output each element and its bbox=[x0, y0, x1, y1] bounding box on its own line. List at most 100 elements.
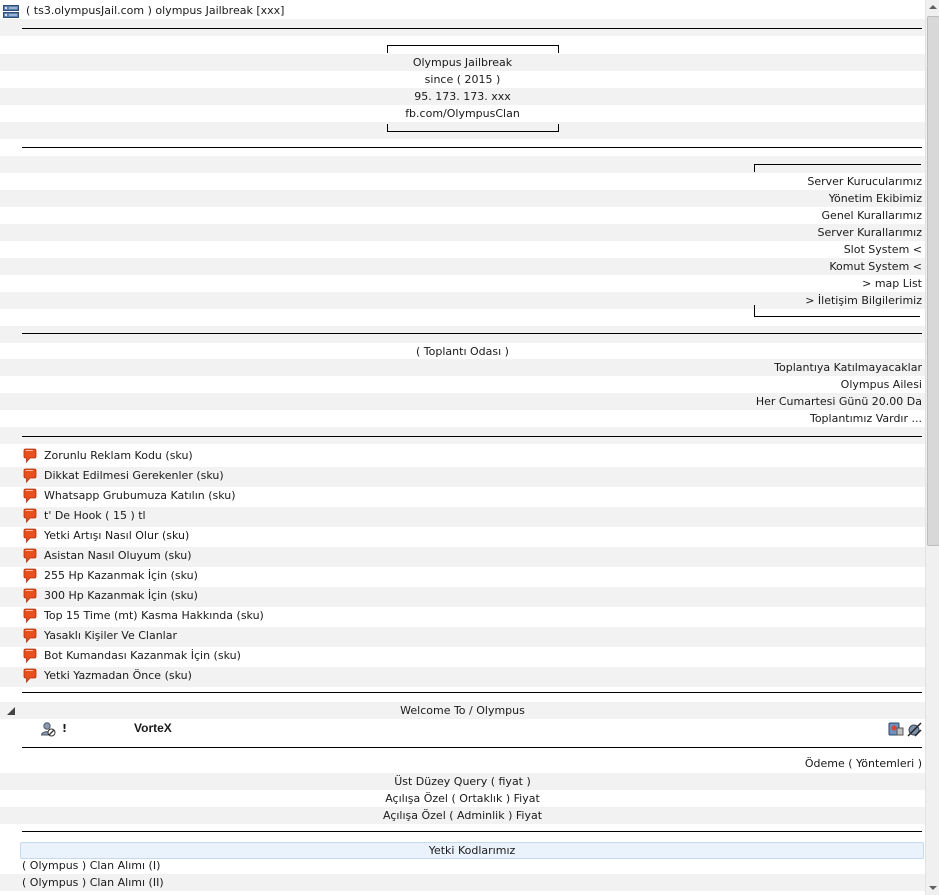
chat-bubble-icon bbox=[23, 508, 37, 524]
message-channel[interactable]: Yetki Yazmadan Önce (sku) bbox=[0, 667, 925, 687]
chat-bubble-icon bbox=[23, 488, 37, 504]
chat-bubble-icon bbox=[23, 568, 37, 584]
channel-meeting-line[interactable]: Toplantımız Vardır ... bbox=[0, 410, 925, 427]
channel-payment-line[interactable]: Açılışa Özel ( Adminlik ) Fiyat bbox=[0, 807, 925, 824]
message-label: Yasaklı Kişiler Ve Clanlar bbox=[44, 629, 177, 642]
message-channel[interactable]: 255 Hp Kazanmak İçin (sku) bbox=[0, 567, 925, 587]
channel-menu-item[interactable]: > map List bbox=[0, 275, 925, 292]
chat-bubble-icon bbox=[23, 448, 37, 464]
channel-meeting-line[interactable]: Toplantıya Katılmayacaklar bbox=[0, 359, 925, 376]
message-label: Yetki Yazmadan Önce (sku) bbox=[44, 669, 192, 682]
channel-payment-line[interactable]: Üst Düzey Query ( fiyat ) bbox=[0, 773, 925, 790]
channel-commander-icon bbox=[888, 722, 904, 736]
message-channel[interactable]: Yasaklı Kişiler Ve Clanlar bbox=[0, 627, 925, 647]
message-label: Asistan Nasıl Oluyum (sku) bbox=[44, 549, 192, 562]
channel-menu-item[interactable]: Server Kurallarımız bbox=[0, 224, 925, 241]
menu-item-6: Komut System < bbox=[829, 260, 922, 273]
message-channel[interactable]: Asistan Nasıl Oluyum (sku) bbox=[0, 547, 925, 567]
spacer-line bbox=[22, 28, 922, 29]
payment-title: Ödeme ( Yöntemleri ) bbox=[804, 757, 922, 770]
server-name: ( ts3.olympusJail.com ) olympus Jailbrea… bbox=[26, 4, 285, 17]
client-row[interactable]: ! VorteX bbox=[0, 720, 925, 739]
stripe bbox=[0, 326, 925, 343]
channel-payment-title[interactable]: Ödeme ( Yöntemleri ) bbox=[0, 755, 925, 772]
message-channel[interactable]: Top 15 Time (mt) Kasma Hakkında (sku) bbox=[0, 607, 925, 627]
info-line-1: Olympus Jailbreak bbox=[412, 56, 513, 69]
message-label: 255 Hp Kazanmak İçin (sku) bbox=[44, 569, 198, 582]
message-label: 300 Hp Kazanmak İçin (sku) bbox=[44, 589, 198, 602]
menu-item-1: Server Kurucularımız bbox=[807, 175, 922, 188]
output-muted-icon bbox=[907, 722, 922, 737]
chat-bubble-icon bbox=[23, 468, 37, 484]
client-name: VorteX bbox=[134, 721, 172, 735]
message-channel[interactable]: Bot Kumandası Kazanmak İçin (sku) bbox=[0, 647, 925, 667]
channel-tree[interactable]: ( ts3.olympusJail.com ) olympus Jailbrea… bbox=[0, 0, 925, 895]
message-channel[interactable]: t' De Hook ( 15 ) tl bbox=[0, 507, 925, 527]
payment-line-3: Açılışa Özel ( Adminlik ) Fiyat bbox=[382, 809, 543, 822]
spacer-line bbox=[22, 333, 922, 334]
scroll-down-button[interactable] bbox=[926, 881, 939, 895]
message-channel[interactable]: Yetki Artışı Nasıl Olur (sku) bbox=[0, 527, 925, 547]
menu-box-top[interactable] bbox=[0, 156, 925, 173]
channel-meeting-title[interactable]: ( Toplantı Odası ) bbox=[0, 343, 925, 360]
chat-bubble-icon bbox=[23, 608, 37, 624]
arrow-up-icon bbox=[929, 5, 937, 9]
message-channel[interactable]: Zorunlu Reklam Kodu (sku) bbox=[0, 447, 925, 467]
spacer-line bbox=[22, 692, 922, 693]
channel-menu-item[interactable]: Genel Kurallarımız bbox=[0, 207, 925, 224]
meeting-line-1: Toplantıya Katılmayacaklar bbox=[774, 361, 922, 374]
meeting-title: ( Toplantı Odası ) bbox=[416, 345, 509, 358]
channel-payment-line[interactable]: Açılışa Özel ( Ortaklık ) Fiyat bbox=[0, 790, 925, 807]
channel-info-box-bottom[interactable] bbox=[0, 122, 925, 139]
info-line-3: 95. 173. 173. xxx bbox=[414, 90, 511, 103]
chat-bubble-icon bbox=[23, 588, 37, 604]
menu-item-4: Server Kurallarımız bbox=[817, 226, 922, 239]
chat-bubble-icon bbox=[23, 548, 37, 564]
channel-welcome[interactable]: Welcome To / Olympus bbox=[0, 702, 925, 719]
channel-info-line[interactable]: Olympus Jailbreak bbox=[0, 54, 925, 71]
meeting-line-4: Toplantımız Vardır ... bbox=[809, 412, 922, 425]
message-channel[interactable]: Dikkat Edilmesi Gerekenler (sku) bbox=[0, 467, 925, 487]
permission-item-2: ( Olympus ) Clan Alımı (II) bbox=[22, 876, 164, 889]
channel-info-line[interactable]: fb.com/OlympusClan bbox=[0, 105, 925, 122]
info-line-2: since ( 2015 ) bbox=[424, 73, 501, 86]
permissions-title: Yetki Kodlarımız bbox=[428, 844, 516, 857]
channel-meeting-line[interactable]: Olympus Ailesi bbox=[0, 376, 925, 393]
message-channel[interactable]: 300 Hp Kazanmak İçin (sku) bbox=[0, 587, 925, 607]
message-label: Yetki Artışı Nasıl Olur (sku) bbox=[44, 529, 190, 542]
channel-menu-item[interactable]: Yönetim Ekibimiz bbox=[0, 190, 925, 207]
channel-meeting-line[interactable]: Her Cumartesi Günü 20.00 Da bbox=[0, 393, 925, 410]
channel-info-box-top[interactable] bbox=[0, 37, 925, 54]
menu-item-5: Slot System < bbox=[843, 243, 922, 256]
spacer-line bbox=[22, 831, 922, 832]
scroll-up-button[interactable] bbox=[926, 0, 939, 14]
server-row[interactable]: ( ts3.olympusJail.com ) olympus Jailbrea… bbox=[0, 2, 925, 19]
permission-item-1: ( Olympus ) Clan Alımı (I) bbox=[22, 859, 161, 872]
message-label: Bot Kumandası Kazanmak İçin (sku) bbox=[44, 649, 241, 662]
spacer-line bbox=[22, 147, 922, 148]
welcome-title: Welcome To / Olympus bbox=[400, 704, 525, 717]
channel-permission-item[interactable]: ( Olympus ) Clan Alımı (I) bbox=[0, 857, 925, 874]
spacer-line bbox=[22, 436, 922, 437]
message-label: Zorunlu Reklam Kodu (sku) bbox=[44, 449, 193, 462]
message-channel[interactable]: Whatsapp Grubumuza Katılın (sku) bbox=[0, 487, 925, 507]
menu-item-2: Yönetim Ekibimiz bbox=[828, 192, 922, 205]
client-prefix: ! bbox=[62, 722, 68, 735]
message-label: Dikkat Edilmesi Gerekenler (sku) bbox=[44, 469, 224, 482]
chat-bubble-icon bbox=[23, 528, 37, 544]
meeting-line-3: Her Cumartesi Günü 20.00 Da bbox=[755, 395, 922, 408]
vertical-scrollbar[interactable] bbox=[925, 0, 939, 895]
menu-box-bottom[interactable] bbox=[0, 305, 925, 322]
meeting-line-2: Olympus Ailesi bbox=[840, 378, 922, 391]
channel-menu-item[interactable]: Server Kurucularımız bbox=[0, 173, 925, 190]
server-icon bbox=[3, 5, 19, 18]
info-line-4: fb.com/OlympusClan bbox=[405, 107, 520, 120]
message-label: Top 15 Time (mt) Kasma Hakkında (sku) bbox=[44, 609, 264, 622]
channel-menu-item[interactable]: Slot System < bbox=[0, 241, 925, 258]
scrollbar-thumb[interactable] bbox=[927, 16, 939, 546]
menu-item-7: > map List bbox=[862, 277, 922, 290]
channel-menu-item[interactable]: Komut System < bbox=[0, 258, 925, 275]
channel-permission-item[interactable]: ( Olympus ) Clan Alımı (II) bbox=[0, 874, 925, 891]
channel-info-line[interactable]: 95. 173. 173. xxx bbox=[0, 88, 925, 105]
channel-info-line[interactable]: since ( 2015 ) bbox=[0, 71, 925, 88]
